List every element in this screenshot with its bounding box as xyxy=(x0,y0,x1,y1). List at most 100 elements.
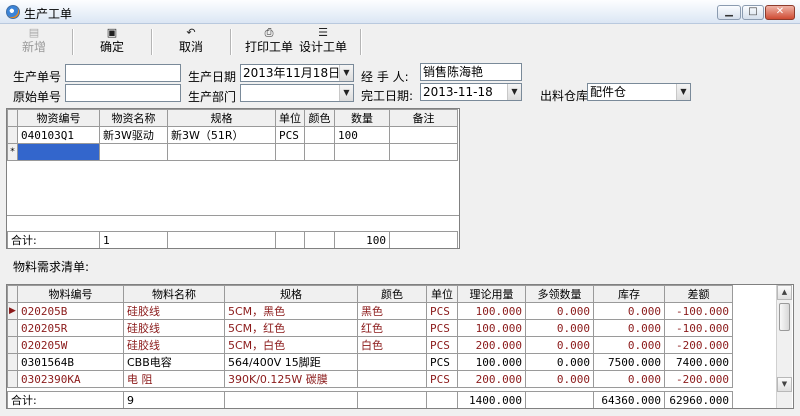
confirm-button[interactable]: ▣ 确定 xyxy=(92,27,132,57)
cell[interactable]: 黑色 xyxy=(357,302,427,320)
table-row[interactable]: 040103Q1 新3W驱动 新3W（51R） PCS 100 xyxy=(7,126,458,144)
cell[interactable]: 040103Q1 xyxy=(17,126,100,144)
warehouse-select[interactable]: 配件仓 ▼ xyxy=(587,83,691,101)
table-row[interactable]: 0302390KA 电 阻 390K/0.125W 碳膜 PCS 200.000… xyxy=(7,370,733,388)
cell[interactable]: 0.000 xyxy=(525,336,594,354)
design-order-button[interactable]: ☰ 设计工单 xyxy=(296,27,350,57)
cell[interactable]: 7500.000 xyxy=(593,353,665,371)
cell[interactable]: 100.000 xyxy=(457,302,526,320)
table-row[interactable]: 020205W 硅胶线 5CM，白色 白色 PCS 200.000 0.000 … xyxy=(7,336,733,354)
cell[interactable]: 100.000 xyxy=(457,353,526,371)
cell[interactable]: -200.000 xyxy=(664,370,733,388)
cell[interactable]: PCS xyxy=(426,336,458,354)
cancel-button[interactable]: ↶ 取消 xyxy=(171,27,211,57)
orig-no-input[interactable] xyxy=(65,84,181,102)
cell[interactable] xyxy=(304,126,335,144)
col-header[interactable]: 理论用量 xyxy=(457,285,526,303)
cell[interactable]: 0.000 xyxy=(525,353,594,371)
cell[interactable]: PCS xyxy=(426,302,458,320)
new-row[interactable]: * xyxy=(7,143,458,161)
row-header[interactable] xyxy=(7,319,18,337)
cell[interactable]: 7400.000 xyxy=(664,353,733,371)
col-header[interactable]: 单位 xyxy=(275,109,305,127)
cell[interactable] xyxy=(357,370,427,388)
row-header[interactable] xyxy=(7,126,18,144)
cell[interactable]: 0.000 xyxy=(525,319,594,337)
close-button[interactable]: ✕ xyxy=(765,5,795,20)
row-header[interactable] xyxy=(7,353,18,371)
vertical-scrollbar[interactable]: ▲ ▼ xyxy=(776,285,792,408)
cell[interactable]: 020205W xyxy=(17,336,124,354)
material-grid[interactable]: 物料编号 物料名称 规格 颜色 单位 理论用量 多领数量 库存 差额 ▶ 020… xyxy=(6,284,794,409)
col-header[interactable]: 物资编号 xyxy=(17,109,100,127)
row-header[interactable] xyxy=(7,370,18,388)
minimize-button[interactable]: ▁ xyxy=(717,5,741,20)
cell[interactable] xyxy=(167,143,276,161)
col-header[interactable]: 多领数量 xyxy=(525,285,594,303)
scroll-up-button[interactable]: ▲ xyxy=(777,285,792,300)
cell[interactable]: 硅胶线 xyxy=(123,319,225,337)
print-order-button[interactable]: ⎙ 打印工单 xyxy=(242,27,296,57)
cell[interactable]: 新3W驱动 xyxy=(99,126,168,144)
col-header[interactable]: 库存 xyxy=(593,285,665,303)
col-header[interactable]: 颜色 xyxy=(357,285,427,303)
cell[interactable]: 0.000 xyxy=(525,302,594,320)
product-grid[interactable]: 物资编号 物资名称 规格 单位 颜色 数量 备注 040103Q1 新3W驱动 … xyxy=(6,108,460,249)
cell[interactable]: 200.000 xyxy=(457,336,526,354)
cell[interactable]: 0.000 xyxy=(593,302,665,320)
scroll-thumb[interactable] xyxy=(779,303,790,331)
cell[interactable]: 020205R xyxy=(17,319,124,337)
cell[interactable]: PCS xyxy=(426,353,458,371)
cell[interactable]: 白色 xyxy=(357,336,427,354)
col-header[interactable]: 单位 xyxy=(426,285,458,303)
cell[interactable]: 5CM，红色 xyxy=(224,319,358,337)
col-header[interactable]: 备注 xyxy=(389,109,458,127)
dept-select[interactable]: ▼ xyxy=(240,84,354,102)
col-header[interactable]: 物资名称 xyxy=(99,109,168,127)
cell[interactable]: 390K/0.125W 碳膜 xyxy=(224,370,358,388)
cell[interactable]: 0302390KA xyxy=(17,370,124,388)
col-header[interactable]: 物料名称 xyxy=(123,285,225,303)
cell[interactable]: 红色 xyxy=(357,319,427,337)
cell[interactable] xyxy=(304,143,335,161)
chevron-down-icon[interactable]: ▼ xyxy=(339,85,353,101)
cell[interactable] xyxy=(389,143,458,161)
col-header[interactable]: 数量 xyxy=(334,109,390,127)
table-row[interactable]: 0301564B CBB电容 564/400V 15脚距 PCS 100.000… xyxy=(7,353,733,371)
cell[interactable]: -200.000 xyxy=(664,336,733,354)
cell[interactable] xyxy=(389,126,458,144)
chevron-down-icon[interactable]: ▼ xyxy=(507,84,521,100)
cell[interactable] xyxy=(357,353,427,371)
cell[interactable]: -100.000 xyxy=(664,302,733,320)
new-button[interactable]: ▤ 新增 xyxy=(14,27,54,57)
table-row[interactable]: ▶ 020205B 硅胶线 5CM，黑色 黑色 PCS 100.000 0.00… xyxy=(7,302,733,320)
col-header[interactable]: 差额 xyxy=(664,285,733,303)
cell[interactable]: 564/400V 15脚距 xyxy=(224,353,358,371)
chevron-down-icon[interactable]: ▼ xyxy=(339,65,353,81)
cell[interactable]: 硅胶线 xyxy=(123,336,225,354)
finish-date-picker[interactable]: 2013-11-18 ▼ xyxy=(420,83,522,101)
col-header[interactable]: 规格 xyxy=(224,285,358,303)
cell[interactable]: PCS xyxy=(426,319,458,337)
cell[interactable] xyxy=(334,143,390,161)
cell[interactable]: 新3W（51R） xyxy=(167,126,276,144)
cell[interactable]: PCS xyxy=(275,126,305,144)
cell[interactable]: -100.000 xyxy=(664,319,733,337)
cell[interactable]: 电 阻 xyxy=(123,370,225,388)
cell[interactable]: 5CM，白色 xyxy=(224,336,358,354)
cell[interactable]: 0.000 xyxy=(593,319,665,337)
cell[interactable]: 0301564B xyxy=(17,353,124,371)
cell[interactable]: 100 xyxy=(334,126,390,144)
selected-cell[interactable] xyxy=(17,143,100,161)
chevron-down-icon[interactable]: ▼ xyxy=(676,84,690,100)
cell[interactable]: 0.000 xyxy=(525,370,594,388)
cell[interactable]: CBB电容 xyxy=(123,353,225,371)
cell[interactable]: 020205B xyxy=(17,302,124,320)
cell[interactable]: 5CM，黑色 xyxy=(224,302,358,320)
cell[interactable]: 200.000 xyxy=(457,370,526,388)
cell[interactable]: PCS xyxy=(426,370,458,388)
maximize-button[interactable]: □ xyxy=(742,5,764,20)
cell[interactable] xyxy=(99,143,168,161)
cell[interactable]: 100.000 xyxy=(457,319,526,337)
row-header[interactable] xyxy=(7,336,18,354)
